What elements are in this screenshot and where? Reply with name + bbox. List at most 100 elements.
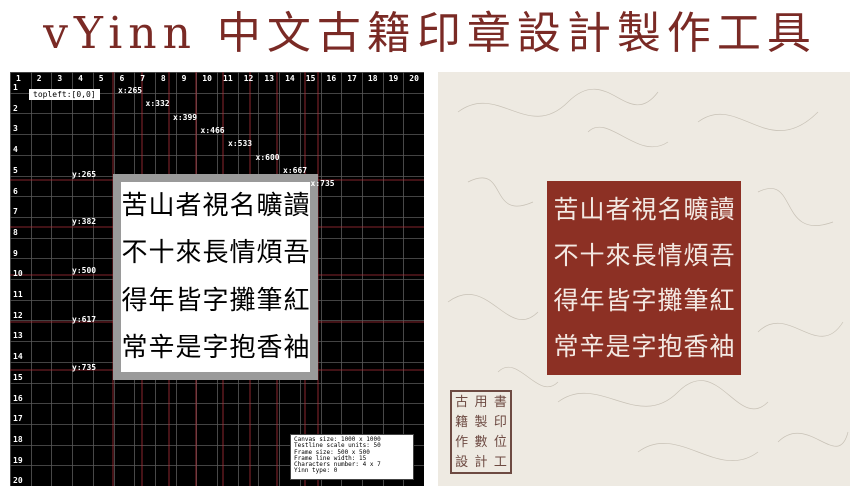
seal-character: 長 bbox=[202, 238, 229, 269]
column-number: 12 bbox=[243, 74, 254, 83]
rendered-seal-character: 吾 bbox=[709, 240, 735, 270]
x-coordinate-label: x:600 bbox=[255, 152, 280, 162]
seal-character: 山 bbox=[148, 190, 175, 221]
rendered-seal-character: 抱 bbox=[657, 331, 683, 361]
row-number: 3 bbox=[13, 124, 18, 134]
row-number: 17 bbox=[13, 414, 23, 424]
y-coordinate-label: y:382 bbox=[72, 217, 97, 226]
row-number: 4 bbox=[13, 145, 18, 155]
seal-character: 視 bbox=[202, 190, 229, 221]
rendered-seal: 苦山者視名曠讀不十來長情煩吾得年皆字攤筆紅常辛是字抱香袖 bbox=[547, 181, 741, 375]
y-coordinate-label: y:265 bbox=[72, 170, 97, 179]
rendered-seal-character: 名 bbox=[657, 195, 683, 225]
stamp-character: 籍 bbox=[455, 414, 469, 430]
x-coordinate-label: x:332 bbox=[145, 99, 170, 109]
seal-character: 讀 bbox=[283, 190, 310, 221]
seal-character: 曠 bbox=[256, 190, 283, 221]
seal-character: 攤 bbox=[229, 285, 256, 316]
rendered-seal-character: 曠 bbox=[683, 195, 709, 225]
seal-character: 筆 bbox=[256, 285, 283, 316]
row-number: 14 bbox=[13, 352, 23, 362]
x-coordinate-label: x:667 bbox=[283, 165, 308, 175]
rendered-seal-character: 視 bbox=[631, 195, 657, 225]
info-yinn-type: Yinn type: 0 bbox=[294, 467, 338, 475]
topleft-label: topleft:[0,0] bbox=[29, 89, 100, 100]
rendered-seal-character: 攤 bbox=[657, 286, 683, 316]
column-number: 1 bbox=[16, 74, 21, 83]
rendered-seal-character: 煩 bbox=[683, 240, 709, 270]
rendered-seal-character: 字 bbox=[631, 331, 657, 361]
stamp-character: 書 bbox=[493, 394, 507, 410]
column-number: 18 bbox=[367, 74, 378, 83]
y-coordinate-label: y:617 bbox=[72, 315, 97, 324]
row-number: 20 bbox=[13, 476, 23, 486]
x-coordinate-label: x:735 bbox=[310, 179, 335, 189]
rendered-seal-character: 者 bbox=[605, 195, 631, 225]
y-coordinate-label: y:500 bbox=[72, 266, 97, 275]
row-number: 19 bbox=[13, 455, 23, 465]
x-coordinate-label: x:265 bbox=[118, 86, 143, 95]
preview-paper: 苦山者視名曠讀不十來長情煩吾得年皆字攤筆紅常辛是字抱香袖 古用書籍製印作數位設計… bbox=[438, 72, 850, 486]
column-number: 5 bbox=[98, 74, 104, 83]
rendered-seal-character: 筆 bbox=[683, 286, 709, 316]
seal-character: 常 bbox=[121, 333, 148, 364]
app-title: vYinn 中文古籍印章設計製作工具 bbox=[43, 8, 817, 59]
column-number: 9 bbox=[181, 74, 187, 83]
seal-character: 辛 bbox=[148, 333, 175, 364]
column-number: 13 bbox=[264, 74, 275, 83]
seal-frame[interactable]: 苦山者視名曠讀不十來長情煩吾得年皆字攤筆紅常辛是字抱香袖 bbox=[113, 174, 318, 380]
stamp-character: 位 bbox=[493, 434, 507, 450]
x-coordinate-label: x:533 bbox=[228, 139, 253, 149]
rendered-seal-character: 是 bbox=[605, 331, 631, 361]
seal-character: 袖 bbox=[283, 333, 310, 364]
seal-character-grid: 苦山者視名曠讀不十來長情煩吾得年皆字攤筆紅常辛是字抱香袖 bbox=[121, 182, 310, 372]
column-number: 15 bbox=[305, 74, 316, 83]
rendered-seal-character: 得 bbox=[553, 286, 579, 316]
column-number: 20 bbox=[409, 74, 419, 83]
column-number: 7 bbox=[140, 74, 146, 83]
stamp-character: 古 bbox=[455, 394, 469, 410]
seal-character: 吾 bbox=[283, 238, 310, 269]
row-number: 10 bbox=[13, 269, 23, 279]
stamp-character: 用 bbox=[474, 394, 488, 410]
seal-character: 不 bbox=[121, 238, 148, 269]
rendered-seal-character: 字 bbox=[631, 286, 657, 316]
y-coordinate-label: y:735 bbox=[72, 363, 97, 372]
small-signature-stamp: 古用書籍製印作數位設計工 bbox=[450, 390, 512, 474]
rendered-seal-character: 年 bbox=[579, 286, 605, 316]
stamp-character: 數 bbox=[474, 434, 488, 450]
row-number: 2 bbox=[13, 103, 18, 113]
row-number: 18 bbox=[13, 434, 23, 444]
editor-canvas[interactable]: 苦山者視名曠讀不十來長情煩吾得年皆字攤筆紅常辛是字抱香袖 topleft:[0,… bbox=[10, 72, 424, 486]
column-number: 2 bbox=[36, 74, 42, 83]
seal-character: 十 bbox=[148, 238, 175, 269]
rendered-seal-character: 袖 bbox=[709, 331, 735, 361]
rendered-seal-character: 情 bbox=[657, 240, 683, 270]
column-number: 3 bbox=[57, 74, 63, 83]
seal-character: 抱 bbox=[229, 333, 256, 364]
rendered-seal-character: 十 bbox=[579, 240, 605, 270]
row-number: 1 bbox=[13, 83, 18, 92]
seal-character: 名 bbox=[229, 190, 256, 221]
row-number: 9 bbox=[13, 248, 18, 258]
stamp-character: 設 bbox=[455, 454, 469, 470]
seal-character: 得 bbox=[121, 285, 148, 316]
seal-character: 苦 bbox=[121, 190, 148, 221]
rendered-seal-character: 讀 bbox=[709, 195, 735, 225]
stamp-character: 計 bbox=[474, 454, 488, 470]
stamp-character: 作 bbox=[455, 434, 469, 450]
seal-character: 字 bbox=[202, 333, 229, 364]
seal-character: 年 bbox=[148, 285, 175, 316]
seal-character: 者 bbox=[175, 190, 202, 221]
x-coordinate-label: x:399 bbox=[173, 112, 198, 122]
seal-character: 皆 bbox=[175, 285, 202, 316]
rendered-seal-character: 長 bbox=[631, 240, 657, 270]
seal-character: 是 bbox=[175, 333, 202, 364]
column-number: 19 bbox=[388, 74, 399, 83]
seal-character: 煩 bbox=[256, 238, 283, 269]
seal-frame-inner: 苦山者視名曠讀不十來長情煩吾得年皆字攤筆紅常辛是字抱香袖 bbox=[121, 182, 310, 372]
row-number: 13 bbox=[13, 331, 23, 341]
row-number: 12 bbox=[13, 310, 23, 320]
rendered-seal-character: 辛 bbox=[579, 331, 605, 361]
column-number: 10 bbox=[202, 74, 212, 83]
